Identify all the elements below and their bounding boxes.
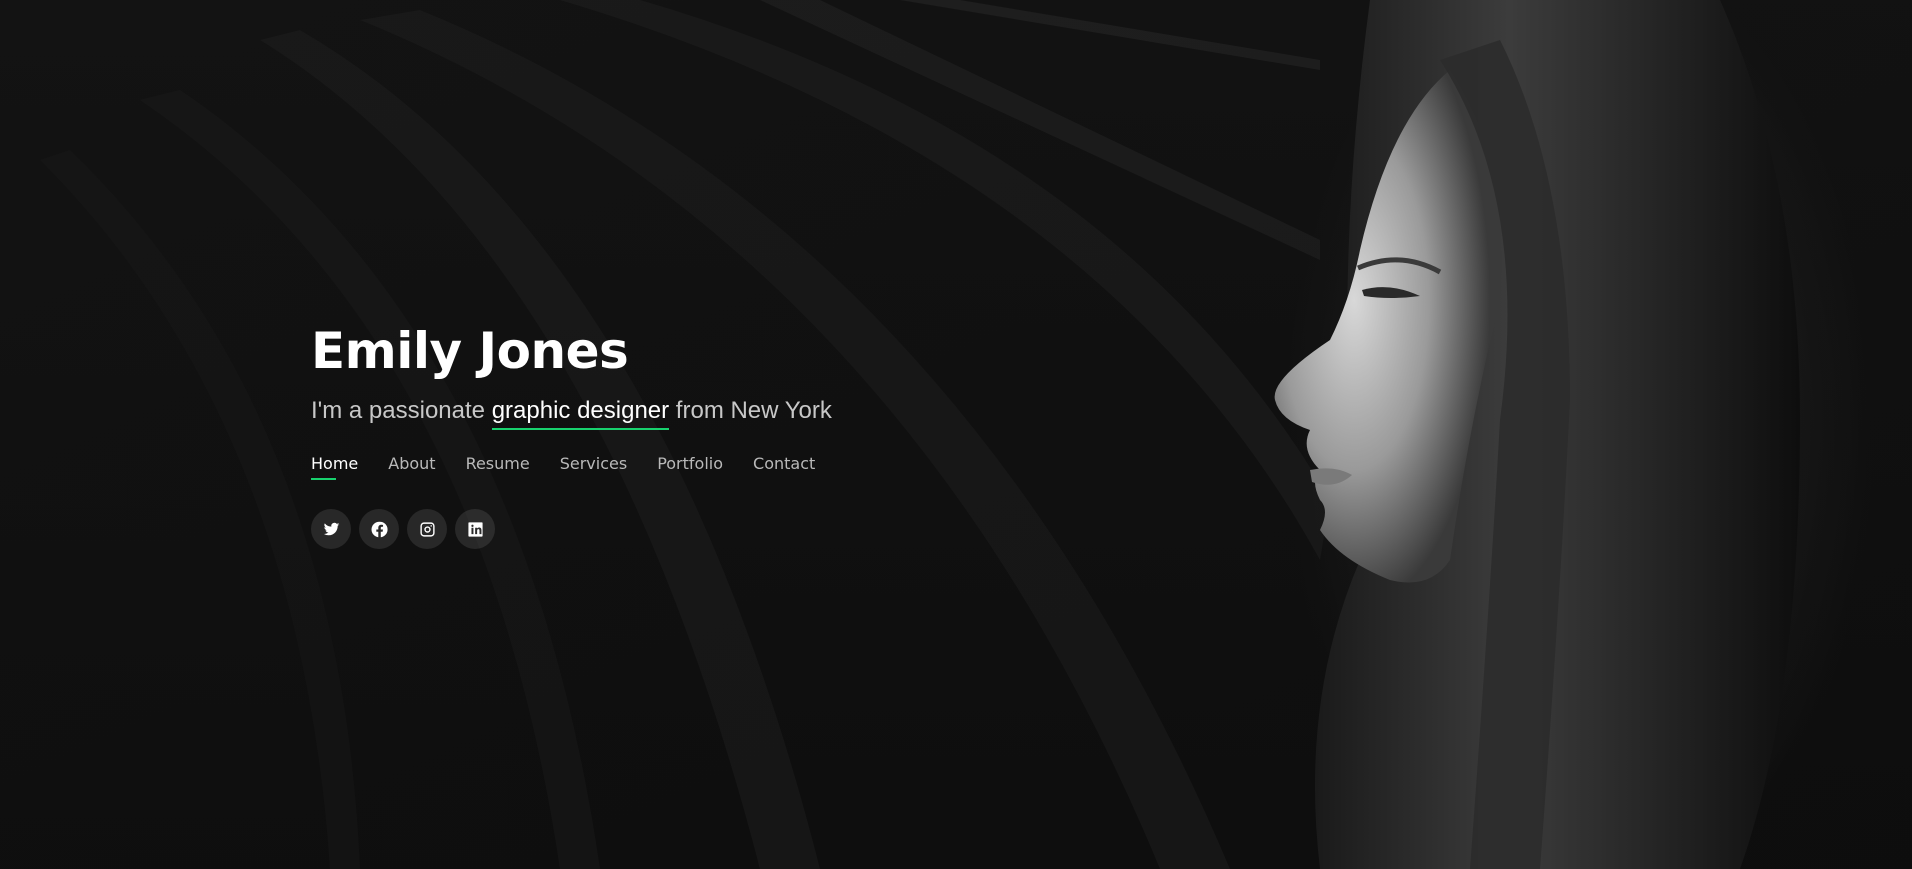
social-links [311, 509, 832, 549]
instagram-button[interactable] [407, 509, 447, 549]
tagline-typed-text: graphic designer [491, 396, 670, 430]
hero-name: Emily Jones [311, 322, 629, 380]
nav-item-contact[interactable]: Contact [753, 454, 815, 483]
nav-item-services[interactable]: Services [560, 454, 627, 483]
tagline-prefix: I'm a passionate [311, 397, 492, 424]
nav-item-resume[interactable]: Resume [466, 454, 530, 483]
nav-item-portfolio[interactable]: Portfolio [657, 454, 723, 483]
nav-item-home[interactable]: Home [311, 454, 358, 483]
facebook-icon [371, 521, 388, 537]
main-nav: Home About Resume Services Portfolio Con… [311, 454, 832, 483]
hero-tagline: I'm a passionate graphic designer from N… [311, 394, 832, 430]
hero-section: Emily Jones I'm a passionate graphic des… [0, 0, 1912, 869]
nav-item-about[interactable]: About [388, 454, 435, 483]
instagram-icon [419, 521, 435, 537]
linkedin-button[interactable] [455, 509, 495, 549]
twitter-button[interactable] [311, 509, 351, 549]
portrait-image [1274, 0, 1800, 869]
facebook-button[interactable] [359, 509, 399, 549]
twitter-icon [323, 522, 339, 535]
linkedin-icon [467, 521, 483, 537]
hero-content: Emily Jones I'm a passionate graphic des… [311, 318, 832, 549]
tagline-suffix: from New York [669, 397, 832, 424]
